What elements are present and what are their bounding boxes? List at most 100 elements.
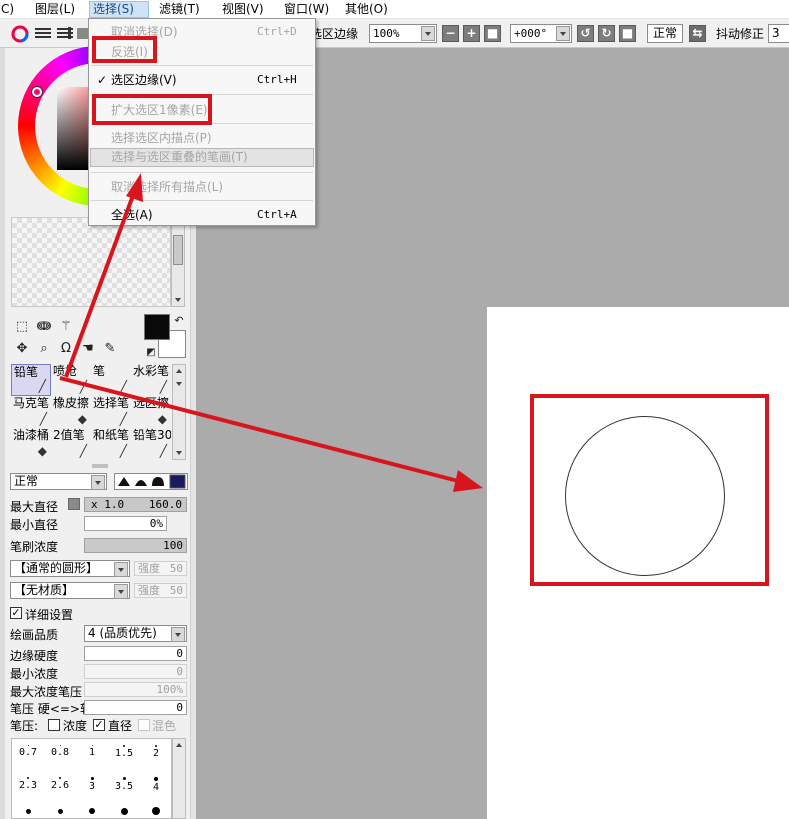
advanced-settings-checkbox[interactable]: ✓ bbox=[10, 607, 22, 619]
blend-normal-button[interactable]: 正常 bbox=[647, 24, 684, 43]
rotate-reset-icon[interactable]: ■ bbox=[619, 25, 636, 42]
brush-bucket[interactable]: 油漆桶 ◆ bbox=[11, 428, 51, 460]
hand-icon[interactable]: ☚ bbox=[79, 340, 97, 358]
scroll-down-icon[interactable] bbox=[173, 295, 183, 305]
min-density-field: 0 bbox=[84, 664, 187, 679]
magic-wand-icon[interactable]: ⚚ bbox=[57, 318, 75, 336]
lasso-icon[interactable]: ↈ bbox=[35, 318, 53, 336]
menu-window[interactable]: 窗口(W) bbox=[281, 1, 332, 18]
pressure-size-checkbox[interactable]: ✓ bbox=[93, 719, 105, 731]
size-preset[interactable]: 0.7 bbox=[12, 743, 44, 765]
menu-other[interactable]: 其他(O) bbox=[342, 1, 391, 18]
texture-select[interactable]: 【无材质】 bbox=[10, 582, 130, 599]
size-preset-dot[interactable] bbox=[26, 809, 31, 814]
scrollbar-thumb[interactable] bbox=[173, 235, 183, 265]
menu-view[interactable]: 视图(V) bbox=[219, 1, 267, 18]
brush-select-eraser[interactable]: 选区擦 ◆ bbox=[131, 396, 171, 428]
stabilizer-value[interactable]: 3 bbox=[768, 24, 789, 43]
default-colors-icon[interactable]: ◩ bbox=[142, 344, 160, 362]
size-preset[interactable]: 0.8 bbox=[44, 743, 76, 765]
zoom-reset-icon[interactable]: ■ bbox=[484, 25, 501, 42]
foreground-color-swatch[interactable] bbox=[144, 314, 170, 340]
size-preset[interactable]: 3 bbox=[76, 775, 108, 797]
pressure-softness-field[interactable]: 0 bbox=[84, 700, 187, 715]
brush-scrollbar[interactable] bbox=[172, 364, 186, 460]
quality-select[interactable]: 4 (品质优先) bbox=[84, 625, 187, 642]
size-preset[interactable]: 2.3 bbox=[12, 775, 44, 797]
hsv-slider-mode-icon[interactable] bbox=[56, 26, 74, 41]
pressure-density-checkbox[interactable] bbox=[48, 719, 60, 731]
hue-cursor[interactable] bbox=[32, 87, 42, 97]
size-preset-label: 3.5 bbox=[114, 781, 134, 792]
menu-filter[interactable]: 滤镜(T) bbox=[156, 1, 203, 18]
rotate-cw-icon[interactable]: ↻ bbox=[598, 25, 615, 42]
brush-label: 和纸笔 bbox=[93, 428, 130, 442]
selection-edge-label: 选区边缘 bbox=[310, 27, 359, 41]
size-presets-scrollbar[interactable] bbox=[172, 738, 186, 819]
size-preset-dot[interactable] bbox=[152, 807, 160, 815]
menu-edit[interactable]: C) bbox=[0, 1, 17, 18]
zoom-icon[interactable]: ⌕ bbox=[35, 340, 53, 358]
shape-strength-field: 强度 50 bbox=[134, 561, 187, 576]
size-preset[interactable]: 3.5 bbox=[108, 775, 140, 797]
brush-pencil[interactable]: 铅笔 ╱ bbox=[11, 364, 51, 396]
max-size-field[interactable]: x 1.0 160.0 bbox=[84, 497, 187, 512]
brush-select-pen[interactable]: 选择笔 ╱ bbox=[91, 396, 131, 428]
rotation-select[interactable]: +000° bbox=[510, 24, 572, 43]
zoom-out-icon[interactable]: − bbox=[442, 25, 459, 42]
menu-select[interactable]: 选择(S) bbox=[89, 1, 149, 18]
panel-edge bbox=[0, 48, 5, 819]
scratchpad[interactable] bbox=[11, 217, 171, 307]
scratchpad-scrollbar[interactable] bbox=[171, 217, 185, 307]
rgb-slider-mode-icon[interactable] bbox=[34, 26, 52, 41]
zoom-in-icon[interactable]: + bbox=[463, 25, 480, 42]
menu-selection-edge[interactable]: ✓ 选区边缘(V) Ctrl+H bbox=[90, 69, 314, 91]
move-icon[interactable]: ✥ bbox=[13, 340, 31, 358]
pencil30-icon: ╱ bbox=[159, 444, 167, 458]
brush-shape-select[interactable]: 【通常的圆形】 bbox=[10, 560, 130, 577]
brush-pencil30[interactable]: 铅笔30 ╱ bbox=[131, 428, 171, 460]
splitter-handle[interactable] bbox=[92, 464, 108, 468]
flip-icon[interactable]: ⇆ bbox=[689, 25, 706, 42]
swap-colors-icon[interactable]: ↶ bbox=[170, 312, 188, 330]
min-size-field[interactable]: 0% bbox=[84, 516, 167, 531]
zoom-select[interactable]: 100% bbox=[369, 24, 437, 43]
blend-mode-select[interactable]: 正常 bbox=[10, 473, 107, 490]
size-preset-dot[interactable] bbox=[121, 808, 128, 815]
size-preset-dot[interactable] bbox=[89, 808, 95, 814]
brush-size-presets: 0.7 0.8 1 1.5 2 2.3 2.6 3 3.5 4 bbox=[11, 738, 172, 819]
size-preset[interactable]: 1.5 bbox=[108, 743, 140, 765]
brush-shape-presets[interactable] bbox=[114, 473, 188, 490]
brush-binary-pen[interactable]: 2值笔 ╱ bbox=[51, 428, 91, 460]
scroll-down-icon[interactable] bbox=[174, 448, 184, 458]
size-preset-dot[interactable] bbox=[58, 809, 63, 814]
scroll-down-icon[interactable] bbox=[174, 379, 184, 389]
min-size-label: 最小直径 bbox=[10, 518, 59, 532]
size-preset[interactable]: 1 bbox=[76, 743, 108, 765]
rect-select-icon[interactable]: ⬚ bbox=[13, 318, 31, 336]
brush-washi[interactable]: 和纸笔 ╱ bbox=[91, 428, 131, 460]
brush-eraser[interactable]: 橡皮擦 ◆ bbox=[51, 396, 91, 428]
rotate-icon[interactable]: Ω bbox=[57, 340, 75, 358]
menu-select-all[interactable]: 全选(A) Ctrl+A bbox=[90, 204, 314, 226]
size-preset-label: 2.3 bbox=[18, 780, 38, 791]
scroll-up-icon[interactable] bbox=[174, 366, 184, 376]
rotate-ccw-icon[interactable]: ↺ bbox=[577, 25, 594, 42]
size-preset[interactable]: 2.6 bbox=[44, 775, 76, 797]
brush-airbrush[interactable]: 喷枪 ╱ bbox=[51, 364, 91, 396]
brush-watercolor[interactable]: 水彩笔 ╱ bbox=[131, 364, 171, 396]
size-preset-label: 0.8 bbox=[50, 747, 70, 758]
density-field[interactable]: 100 bbox=[84, 538, 187, 553]
scroll-up-icon[interactable] bbox=[174, 740, 184, 750]
edge-hardness-field[interactable]: 0 bbox=[84, 646, 187, 661]
size-lock-icon[interactable] bbox=[68, 498, 80, 510]
eyedropper-icon[interactable]: ✎ bbox=[101, 340, 119, 358]
brush-pen[interactable]: 笔 ╱ bbox=[91, 364, 131, 396]
size-preset[interactable]: 4 bbox=[140, 775, 172, 797]
brush-marker[interactable]: 马克笔 ╱ bbox=[11, 396, 51, 428]
marker-icon: ╱ bbox=[39, 412, 47, 426]
size-preset[interactable]: 2 bbox=[140, 743, 172, 765]
color-wheel-mode-icon[interactable] bbox=[10, 25, 30, 43]
menu-layer[interactable]: 图层(L) bbox=[32, 1, 78, 18]
menu-select-anchors: 选择选区内描点(P) bbox=[90, 127, 314, 149]
